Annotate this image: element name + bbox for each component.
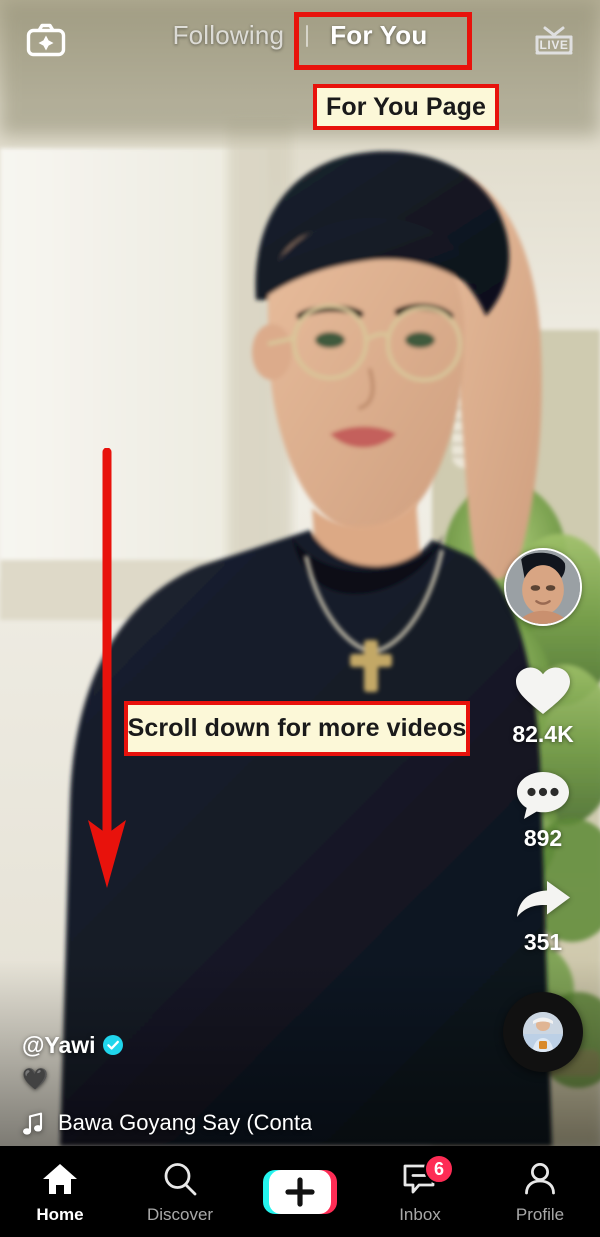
create-plus-icon[interactable] — [263, 1167, 337, 1217]
share-arrow-icon — [512, 870, 574, 928]
annotation-callout-scroll-down: Scroll down for more videos — [124, 701, 470, 756]
avatar-image — [504, 548, 582, 626]
svg-text:LIVE: LIVE — [539, 38, 568, 52]
creator-avatar[interactable] — [504, 548, 582, 626]
bottom-navigation-bar: Home Discover 6 Inbox Profile — [0, 1146, 600, 1237]
live-tv-icon[interactable]: LIVE — [530, 16, 578, 64]
inbox-icon: 6 — [402, 1154, 454, 1200]
nav-item-profile[interactable]: Profile — [485, 1146, 595, 1237]
music-title: Bawa Goyang Say (Conta — [58, 1110, 313, 1135]
music-row[interactable]: Bawa Goyang Say (Conta — [22, 1110, 462, 1136]
spinning-music-disc[interactable] — [503, 992, 583, 1072]
tiktok-app-screen: Following For You LIVE 82.4K 892 351 @Ya… — [0, 0, 600, 1237]
search-glyph — [164, 1163, 197, 1196]
like-count: 82.4K — [512, 721, 574, 747]
avatar-portrait — [506, 550, 580, 624]
nav-label-discover: Discover — [146, 1205, 214, 1224]
inbox-badge: 6 — [424, 1154, 454, 1184]
heart-glyph — [516, 667, 570, 714]
share-action[interactable]: 351 — [512, 870, 574, 956]
share-arrow-glyph — [517, 881, 570, 917]
home-glyph — [43, 1164, 77, 1194]
live-tv-glyph: LIVE — [535, 26, 573, 55]
share-count: 351 — [523, 929, 563, 955]
music-note-icon — [23, 1112, 43, 1135]
creator-handle-row[interactable]: @Yawi — [22, 1032, 462, 1059]
video-caption-block: @Yawi 🖤 Bawa Goyang Say (Conta — [22, 1032, 462, 1136]
nav-item-discover[interactable]: Discover — [125, 1146, 235, 1237]
annotation-callout-for-you-page: For You Page — [313, 84, 499, 130]
verified-badge-icon — [102, 1035, 123, 1056]
scroll-down-arrow — [88, 448, 126, 888]
nav-label-profile: Profile — [515, 1205, 565, 1224]
music-disc-thumbnail — [523, 1012, 563, 1052]
nav-item-inbox[interactable]: 6 Inbox — [365, 1146, 475, 1237]
heart-icon — [512, 662, 574, 720]
video-description: 🖤 — [22, 1067, 49, 1091]
annotation-callout-text: Scroll down for more videos — [127, 714, 467, 742]
comment-action[interactable]: 892 — [512, 766, 574, 852]
like-action[interactable]: 82.4K — [512, 662, 574, 748]
nav-label-inbox: Inbox — [399, 1205, 441, 1224]
search-icon — [163, 1158, 197, 1200]
tab-following[interactable]: Following — [163, 16, 295, 55]
comment-icon — [512, 766, 574, 824]
action-rail: 82.4K 892 351 — [500, 548, 586, 1072]
home-icon — [42, 1158, 78, 1200]
creator-handle[interactable]: @Yawi — [22, 1032, 96, 1059]
music-disc-photo — [523, 1012, 563, 1052]
person-icon — [523, 1158, 557, 1200]
comment-glyph — [517, 772, 569, 819]
annotation-callout-text: For You Page — [325, 92, 487, 121]
create-plus-glyph — [263, 1169, 337, 1214]
nav-item-home[interactable]: Home — [5, 1146, 115, 1237]
nav-item-create[interactable] — [245, 1146, 355, 1237]
annotation-highlight-for-you-tab — [294, 12, 472, 70]
person-glyph — [525, 1163, 555, 1195]
comment-count: 892 — [523, 825, 563, 851]
nav-label-home: Home — [36, 1205, 84, 1224]
